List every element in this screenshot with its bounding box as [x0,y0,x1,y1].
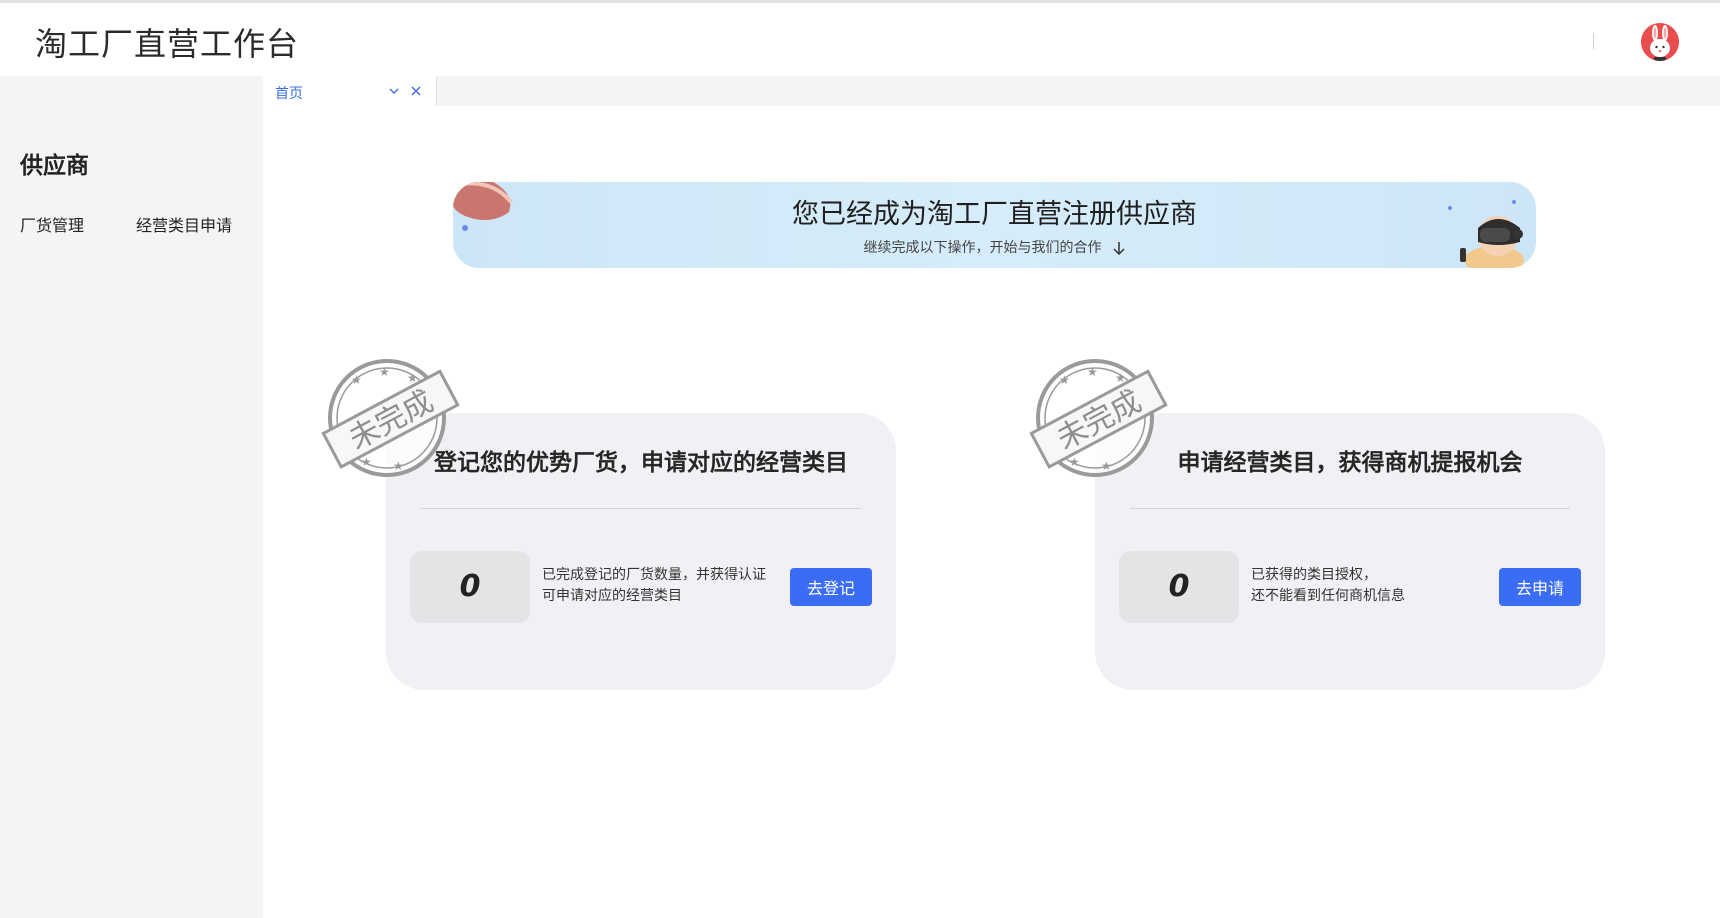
svg-text:★: ★ [1059,373,1070,387]
welcome-banner: 您已经成为淘工厂直营注册供应商 继续完成以下操作，开始与我们的合作 [453,182,1536,268]
apply-button[interactable]: 去申请 [1499,568,1581,606]
header-divider [1593,33,1594,49]
arrow-down-icon [1112,242,1125,256]
app-title: 淘工厂直营工作台 [35,25,300,63]
svg-text:★: ★ [1101,459,1112,473]
incomplete-stamp-icon: ★ ★ ★ ★ ★ 未完成 [321,359,460,477]
banner-subtitle-text: 继续完成以下操作，开始与我们的合作 [863,240,1102,256]
svg-text:★: ★ [393,459,404,473]
category-auth-count: 0 [1119,551,1239,623]
sidebar-item-category-apply[interactable]: 经营类目申请 [136,212,232,236]
card-title: 登记您的优势厂货，申请对应的经营类目 [434,450,848,476]
card-description: 已完成登记的厂货数量，并获得认证 可申请对应的经营类目 [542,565,782,607]
sidebar: 供应商 厂货管理 经营类目申请 [0,76,263,918]
goods-count: 0 [410,551,530,623]
incomplete-stamp-icon: ★ ★ ★ ★ ★ 未完成 [1029,359,1168,477]
svg-text:★: ★ [351,373,362,387]
chevron-down-icon[interactable] [387,84,401,98]
register-button[interactable]: 去登记 [790,568,872,606]
card-divider [421,508,861,509]
card-description-line1: 已获得的类目授权， [1251,567,1377,583]
sidebar-section-title: 供应商 [20,153,89,179]
top-header: 淘工厂直营工作台 [0,0,1720,76]
card-divider [1130,508,1570,509]
apply-category-card: 申请经营类目，获得商机提报机会 0 已获得的类目授权， 还不能看到任何商机信息 … [1095,413,1605,690]
rabbit-avatar-icon [1641,23,1679,61]
banner-subtitle: 继续完成以下操作，开始与我们的合作 [453,237,1536,257]
banner-title: 您已经成为淘工厂直营注册供应商 [792,199,1197,230]
tab-home[interactable]: 首页 [263,76,437,106]
card-description-line1: 已完成登记的厂货数量，并获得认证 [542,567,766,583]
svg-text:★: ★ [379,365,390,379]
vr-character-illustration [1448,200,1524,268]
tab-home-label: 首页 [275,86,303,102]
svg-text:★: ★ [1087,365,1098,379]
card-description-line2: 可申请对应的经营类目 [542,588,682,604]
tab-bar: 首页 [263,76,1720,106]
card-description: 已获得的类目授权， 还不能看到任何商机信息 [1251,565,1491,607]
register-goods-card: 登记您的优势厂货，申请对应的经营类目 0 已完成登记的厂货数量，并获得认证 可申… [386,413,896,690]
card-description-line2: 还不能看到任何商机信息 [1251,588,1405,604]
user-avatar[interactable] [1641,23,1679,61]
close-icon[interactable] [409,84,423,98]
main-content: 您已经成为淘工厂直营注册供应商 继续完成以下操作，开始与我们的合作 登记您的优势… [263,106,1720,912]
sidebar-item-factory-goods[interactable]: 厂货管理 [20,212,84,236]
card-title: 申请经营类目，获得商机提报机会 [1177,450,1523,476]
